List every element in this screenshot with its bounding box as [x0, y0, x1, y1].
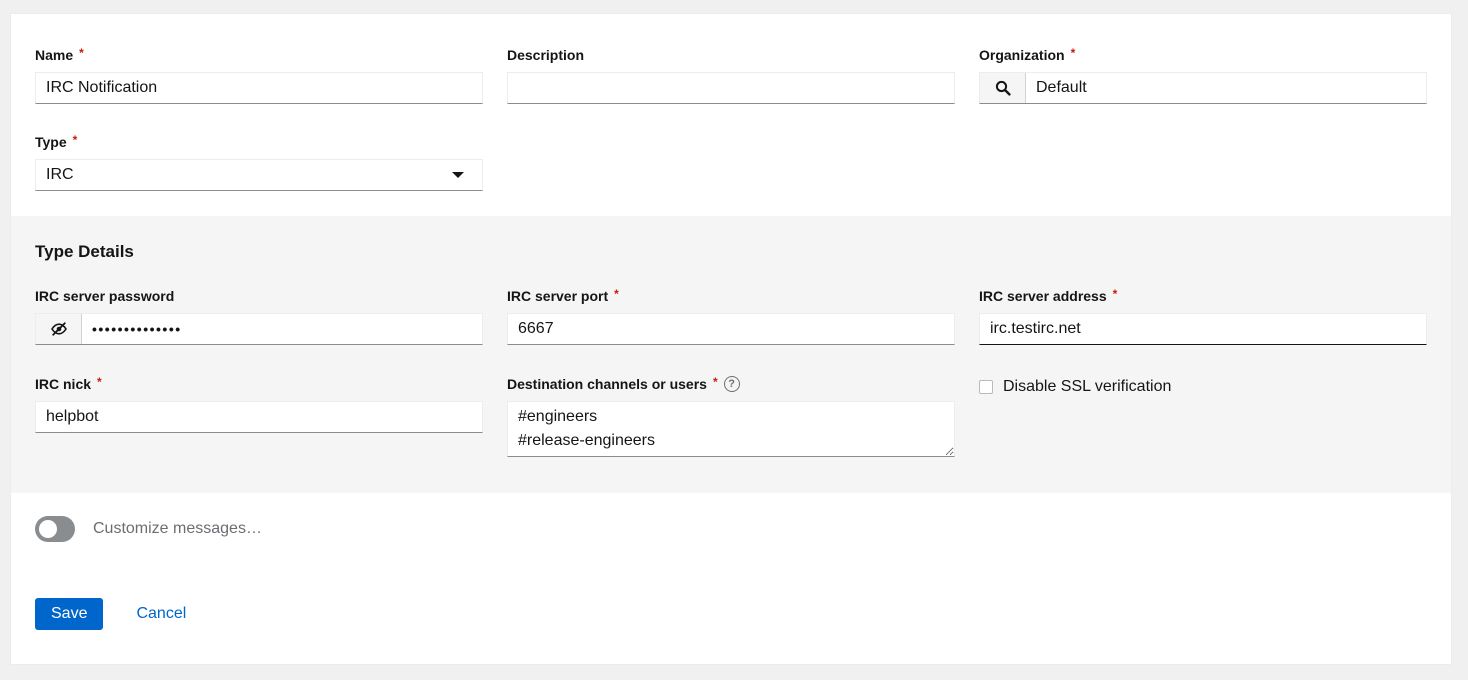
- nick-label-text: IRC nick: [35, 376, 91, 392]
- type-select[interactable]: IRC: [35, 159, 483, 191]
- nick-input[interactable]: [35, 401, 483, 433]
- save-button[interactable]: Save: [35, 598, 103, 630]
- password-input-group: [35, 313, 483, 345]
- form-actions: Save Cancel: [11, 542, 1451, 630]
- password-label-text: IRC server password: [35, 288, 174, 304]
- address-field-group: IRC server address *: [979, 288, 1427, 345]
- nick-label: IRC nick *: [35, 376, 483, 392]
- ssl-field-group: Disable SSL verification: [979, 376, 1427, 396]
- type-field-group: Type * IRC: [35, 134, 483, 191]
- toggle-knob: [39, 520, 57, 538]
- name-field-group: Name *: [35, 47, 483, 104]
- organization-label-text: Organization: [979, 47, 1065, 63]
- customize-messages-row: Customize messages…: [11, 493, 1451, 542]
- type-details-section: Type Details IRC server password: [11, 216, 1451, 493]
- password-label: IRC server password: [35, 288, 483, 304]
- channels-field-group: Destination channels or users * ? #engin…: [507, 376, 955, 462]
- password-field-group: IRC server password: [35, 288, 483, 345]
- organization-search-button[interactable]: [980, 73, 1026, 103]
- ssl-checkbox-label[interactable]: Disable SSL verification: [1003, 378, 1171, 396]
- ssl-checkbox[interactable]: [979, 380, 993, 394]
- required-asterisk: *: [79, 46, 84, 60]
- required-asterisk: *: [713, 375, 718, 389]
- description-label-text: Description: [507, 47, 584, 63]
- type-label-text: Type: [35, 134, 67, 150]
- address-input[interactable]: [979, 313, 1427, 345]
- channels-textarea[interactable]: #engineers #release-engineers: [507, 401, 955, 457]
- customize-messages-label: Customize messages…: [93, 520, 262, 538]
- eye-slash-icon: [50, 320, 68, 338]
- required-asterisk: *: [614, 287, 619, 301]
- cancel-button[interactable]: Cancel: [136, 605, 186, 623]
- address-label-text: IRC server address: [979, 288, 1107, 304]
- organization-lookup-group: [979, 72, 1427, 104]
- required-asterisk: *: [97, 375, 102, 389]
- description-input[interactable]: [507, 72, 955, 104]
- port-label: IRC server port *: [507, 288, 955, 304]
- required-asterisk: *: [1113, 287, 1118, 301]
- type-label: Type *: [35, 134, 483, 150]
- port-field-group: IRC server port *: [507, 288, 955, 345]
- password-input[interactable]: [82, 314, 482, 344]
- help-icon[interactable]: ?: [724, 376, 740, 392]
- chevron-down-icon: [452, 172, 464, 178]
- search-icon: [995, 80, 1011, 96]
- address-label: IRC server address *: [979, 288, 1427, 304]
- password-visibility-button[interactable]: [36, 314, 82, 344]
- basic-fields-section: Name * Description Organization *: [11, 14, 1451, 191]
- notification-form-card: Name * Description Organization *: [10, 13, 1452, 665]
- organization-label: Organization *: [979, 47, 1427, 63]
- channels-label-text: Destination channels or users: [507, 376, 707, 392]
- name-input[interactable]: [35, 72, 483, 104]
- required-asterisk: *: [73, 133, 78, 147]
- nick-field-group: IRC nick *: [35, 376, 483, 433]
- port-input[interactable]: [507, 313, 955, 345]
- name-label-text: Name: [35, 47, 73, 63]
- required-asterisk: *: [1071, 46, 1076, 60]
- customize-messages-toggle[interactable]: [35, 516, 75, 542]
- organization-input[interactable]: [1026, 73, 1426, 103]
- name-label: Name *: [35, 47, 483, 63]
- type-select-value: IRC: [46, 166, 74, 184]
- type-details-heading: Type Details: [35, 242, 1427, 262]
- channels-label: Destination channels or users * ?: [507, 376, 955, 392]
- port-label-text: IRC server port: [507, 288, 608, 304]
- organization-field-group: Organization *: [979, 47, 1427, 104]
- description-field-group: Description: [507, 47, 955, 104]
- description-label: Description: [507, 47, 955, 63]
